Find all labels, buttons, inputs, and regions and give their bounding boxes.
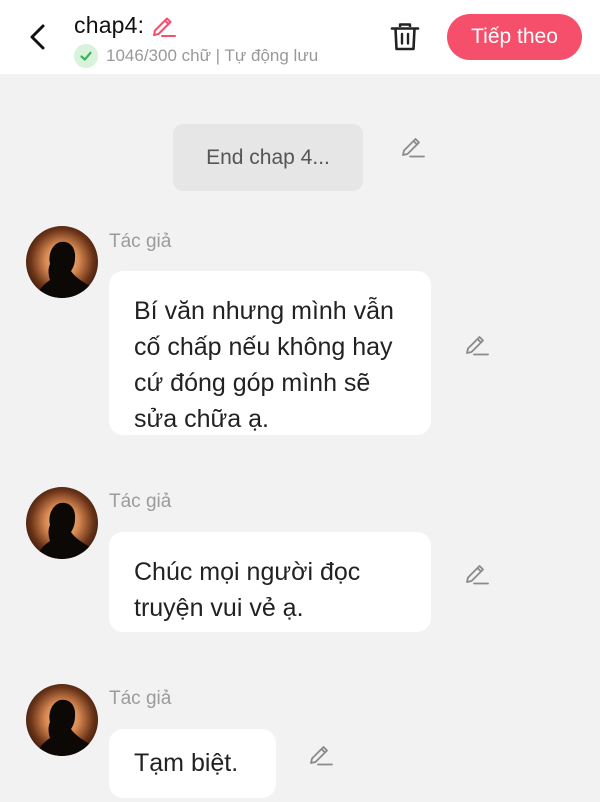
message-line: Chúc mọi người đọc <box>134 558 361 586</box>
word-count-status: 1046/300 chữ | Tự động lưu <box>106 46 319 65</box>
edit-title-button[interactable] <box>148 10 178 40</box>
save-status: 1046/300 chữ | Tự động lưu <box>74 44 318 68</box>
edit-message-button[interactable] <box>460 557 492 589</box>
message-bubble[interactable]: Chúc mọi người đọc truyện vui vẻ ạ. <box>109 532 431 632</box>
author-name: Tác giả <box>109 491 172 512</box>
edit-narration-button[interactable] <box>396 130 428 162</box>
chapter-title: chap4: <box>74 11 145 38</box>
silhouette-icon <box>36 502 90 559</box>
author-avatar[interactable] <box>26 226 98 298</box>
edit-message-button[interactable] <box>304 738 336 770</box>
author-avatar[interactable] <box>26 684 98 756</box>
back-button[interactable] <box>22 20 52 54</box>
pencil-icon <box>153 17 177 37</box>
pencil-icon <box>466 565 489 585</box>
message-line: truyện vui vẻ ạ. <box>134 594 304 622</box>
author-name: Tác giả <box>109 688 172 709</box>
author-name: Tác giả <box>109 231 172 252</box>
top-bar: chap4: 1046/300 chữ | Tự động lưu Tiếp t… <box>0 0 600 74</box>
pencil-icon <box>310 746 333 766</box>
pencil-icon <box>466 336 489 356</box>
chevron-left-icon <box>30 24 45 50</box>
message-line: Bí văn nhưng mình vẫn <box>134 297 394 325</box>
narration-bubble[interactable]: End chap 4... <box>173 124 363 191</box>
pencil-icon <box>402 138 425 158</box>
silhouette-icon <box>36 241 90 298</box>
trash-icon <box>390 23 420 51</box>
message-line: cố chấp nếu không hay <box>134 333 393 361</box>
next-button[interactable]: Tiếp theo <box>447 14 582 60</box>
chapter-title-row: chap4: <box>74 10 178 40</box>
edit-message-button[interactable] <box>460 328 492 360</box>
author-avatar[interactable] <box>26 487 98 559</box>
message-bubble[interactable]: Tạm biệt. <box>109 729 276 798</box>
message-bubble[interactable]: Bí văn nhưng mình vẫn cố chấp nếu không … <box>109 271 431 435</box>
delete-button[interactable] <box>386 18 424 56</box>
message-line: sửa chữa ạ. <box>134 405 269 433</box>
silhouette-icon <box>36 699 90 756</box>
check-icon <box>74 44 98 68</box>
message-line: Tạm biệt. <box>134 749 239 777</box>
message-line: cứ đóng góp mình sẽ <box>134 369 371 397</box>
